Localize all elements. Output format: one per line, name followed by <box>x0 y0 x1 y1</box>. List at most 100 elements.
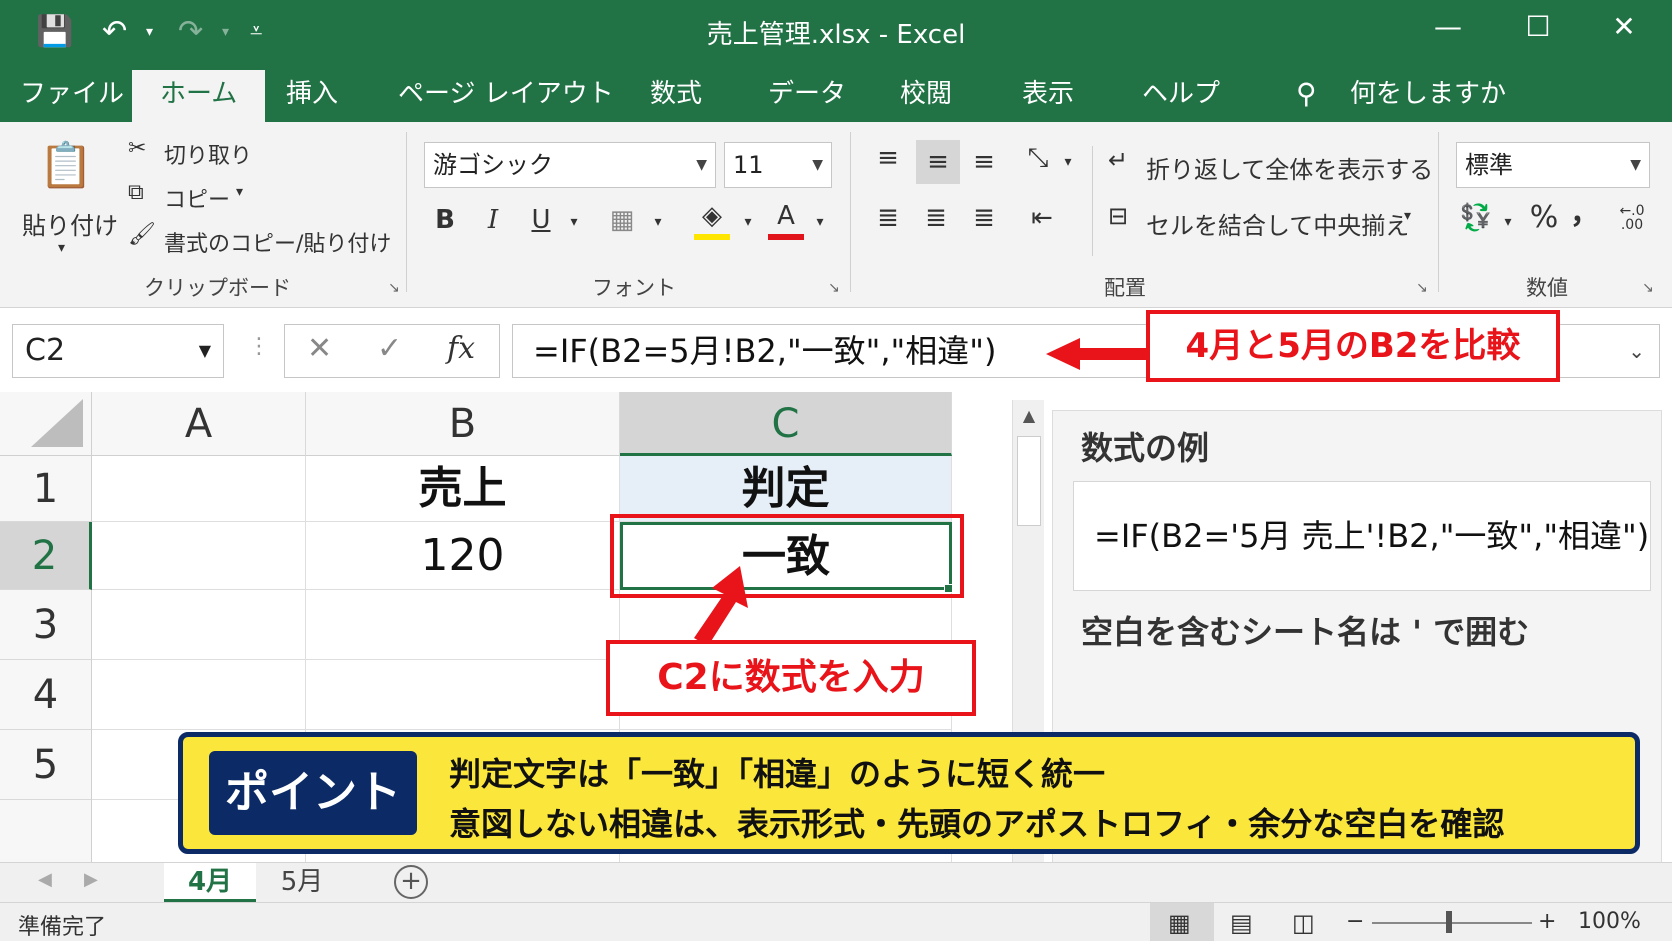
number-format-combo[interactable]: 標準 ▼ <box>1456 142 1650 188</box>
cell-a4[interactable] <box>92 660 306 730</box>
fill-color-icon[interactable]: ◈ <box>694 198 730 240</box>
tab-view[interactable]: 表示 <box>1022 74 1074 122</box>
row-header-5[interactable]: 5 <box>0 730 92 800</box>
zoom-slider-thumb[interactable] <box>1446 911 1452 933</box>
maximize-icon[interactable]: ☐ <box>1518 10 1558 43</box>
enter-icon[interactable]: ✓ <box>377 331 402 366</box>
add-sheet-icon[interactable]: + <box>394 865 428 899</box>
cancel-icon[interactable]: ✕ <box>307 331 332 366</box>
align-right-icon[interactable]: ≣ <box>966 200 1002 236</box>
underline-dropdown-icon[interactable]: ▾ <box>564 204 584 240</box>
cut-button[interactable]: 切り取り <box>164 138 252 170</box>
merge-center-button[interactable]: セルを結合して中央揃え <box>1146 206 1409 241</box>
align-top-icon[interactable]: ≡ <box>870 140 906 176</box>
orientation-dropdown-icon[interactable]: ▾ <box>1058 144 1078 180</box>
align-center-icon[interactable]: ≣ <box>918 200 954 236</box>
lightbulb-icon[interactable]: ⚲ <box>1296 74 1317 122</box>
paste-dropdown-icon[interactable]: ▾ <box>58 240 65 256</box>
align-middle-icon[interactable]: ≡ <box>916 140 960 184</box>
clipboard-launcher-icon[interactable]: ↘ <box>388 280 400 296</box>
align-bottom-icon[interactable]: ≡ <box>966 144 1002 180</box>
format-painter-button[interactable]: 書式のコピー/貼り付け <box>164 226 391 258</box>
scissors-icon[interactable]: ✂ <box>128 136 146 161</box>
tab-formulas[interactable]: 数式 <box>650 74 702 122</box>
wrap-text-button[interactable]: 折り返して全体を表示する <box>1146 150 1433 185</box>
copy-dropdown-icon[interactable]: ▾ <box>236 184 243 200</box>
cell-c1[interactable]: 判定 <box>620 456 952 522</box>
merge-dropdown-icon[interactable]: ▾ <box>1404 208 1411 224</box>
sheet-tab-april[interactable]: 4月 <box>164 863 256 903</box>
row-header-6[interactable] <box>0 800 92 862</box>
font-launcher-icon[interactable]: ↘ <box>828 280 840 296</box>
format-painter-icon[interactable]: 🖌 <box>128 222 156 247</box>
font-color-dropdown-icon[interactable]: ▾ <box>810 204 830 240</box>
underline-button[interactable]: U <box>526 202 556 238</box>
column-header-a[interactable]: A <box>92 392 306 456</box>
scroll-up-icon[interactable]: ▲ <box>1013 400 1045 432</box>
name-box[interactable]: C2 ▼ <box>12 324 224 378</box>
accounting-dropdown-icon[interactable]: ▾ <box>1498 204 1518 240</box>
copy-icon[interactable]: ⧉ <box>128 180 144 205</box>
number-launcher-icon[interactable]: ↘ <box>1642 280 1654 296</box>
zoom-in-icon[interactable]: + <box>1538 909 1556 934</box>
align-left-icon[interactable]: ≣ <box>870 200 906 236</box>
tab-insert[interactable]: 挿入 <box>286 74 338 122</box>
paste-icon[interactable]: 📋 <box>36 136 96 196</box>
alignment-launcher-icon[interactable]: ↘ <box>1416 280 1428 296</box>
cell-a3[interactable] <box>92 590 306 660</box>
sheet-tab-may[interactable]: 5月 <box>256 863 348 903</box>
row-header-3[interactable]: 3 <box>0 590 92 660</box>
font-size-combo[interactable]: 11 ▼ <box>724 142 832 188</box>
bold-button[interactable]: B <box>430 202 460 238</box>
cell-b1[interactable]: 売上 <box>306 456 620 522</box>
next-sheet-icon[interactable]: ▶ <box>84 869 98 890</box>
cell-a1[interactable] <box>92 456 306 522</box>
fill-dropdown-icon[interactable]: ▾ <box>738 204 758 240</box>
borders-icon[interactable]: ▦ <box>604 202 640 238</box>
expand-formula-icon[interactable]: ⌄ <box>1628 325 1645 377</box>
borders-dropdown-icon[interactable]: ▾ <box>648 204 668 240</box>
close-icon[interactable]: ✕ <box>1604 10 1644 43</box>
increase-decimal-icon[interactable]: ←.0.00 <box>1614 204 1650 232</box>
select-all-button[interactable] <box>0 392 92 456</box>
page-break-view-icon[interactable]: ◫ <box>1292 909 1315 937</box>
italic-button[interactable]: I <box>478 202 508 238</box>
zoom-out-icon[interactable]: − <box>1346 909 1364 934</box>
wrap-text-icon[interactable]: ↵ <box>1108 146 1128 174</box>
cell-b2[interactable]: 120 <box>306 522 620 590</box>
tab-file[interactable]: ファイル <box>20 74 124 122</box>
column-header-b[interactable]: B <box>306 392 620 456</box>
percent-button[interactable]: % <box>1526 200 1562 236</box>
insert-function-button[interactable]: fx <box>447 331 475 366</box>
indent-icon[interactable]: ⇤ <box>1024 200 1060 236</box>
zoom-slider[interactable] <box>1372 922 1532 924</box>
merge-center-icon[interactable]: ⊟ <box>1108 202 1128 230</box>
tab-data[interactable]: データ <box>768 74 846 122</box>
accounting-format-icon[interactable]: 💱 <box>1458 200 1494 236</box>
tab-page-layout[interactable]: ページ レイアウト <box>398 74 614 122</box>
orientation-icon[interactable]: ⤡ <box>1020 140 1056 176</box>
cell-b3[interactable] <box>306 590 620 660</box>
page-layout-view-icon[interactable]: ▤ <box>1230 909 1253 937</box>
cell-a2[interactable] <box>92 522 306 590</box>
tab-help[interactable]: ヘルプ <box>1142 74 1220 122</box>
formula-bar-handle-icon[interactable]: ⋮ <box>248 334 270 359</box>
paste-button[interactable]: 貼り付け <box>22 206 118 241</box>
tell-me-search[interactable]: 何をしますか <box>1350 74 1506 122</box>
column-header-c[interactable]: C <box>620 392 952 456</box>
row-header-1[interactable]: 1 <box>0 456 92 522</box>
comma-button[interactable]: ， <box>1570 196 1600 232</box>
font-name-combo[interactable]: 游ゴシック ▼ <box>424 142 716 188</box>
row-header-4[interactable]: 4 <box>0 660 92 730</box>
prev-sheet-icon[interactable]: ◀ <box>38 869 52 890</box>
minimize-icon[interactable]: — <box>1428 10 1468 43</box>
scrollbar-thumb[interactable] <box>1017 436 1041 526</box>
copy-button[interactable]: コピー <box>164 182 230 214</box>
cell-b4[interactable] <box>306 660 620 730</box>
tab-home[interactable]: ホーム <box>132 70 266 122</box>
normal-view-icon[interactable]: ▦ <box>1168 909 1191 937</box>
font-color-button[interactable]: A <box>768 198 804 240</box>
zoom-level[interactable]: 100% <box>1578 909 1641 934</box>
row-header-2[interactable]: 2 <box>0 522 92 590</box>
tab-review[interactable]: 校閲 <box>900 74 952 122</box>
